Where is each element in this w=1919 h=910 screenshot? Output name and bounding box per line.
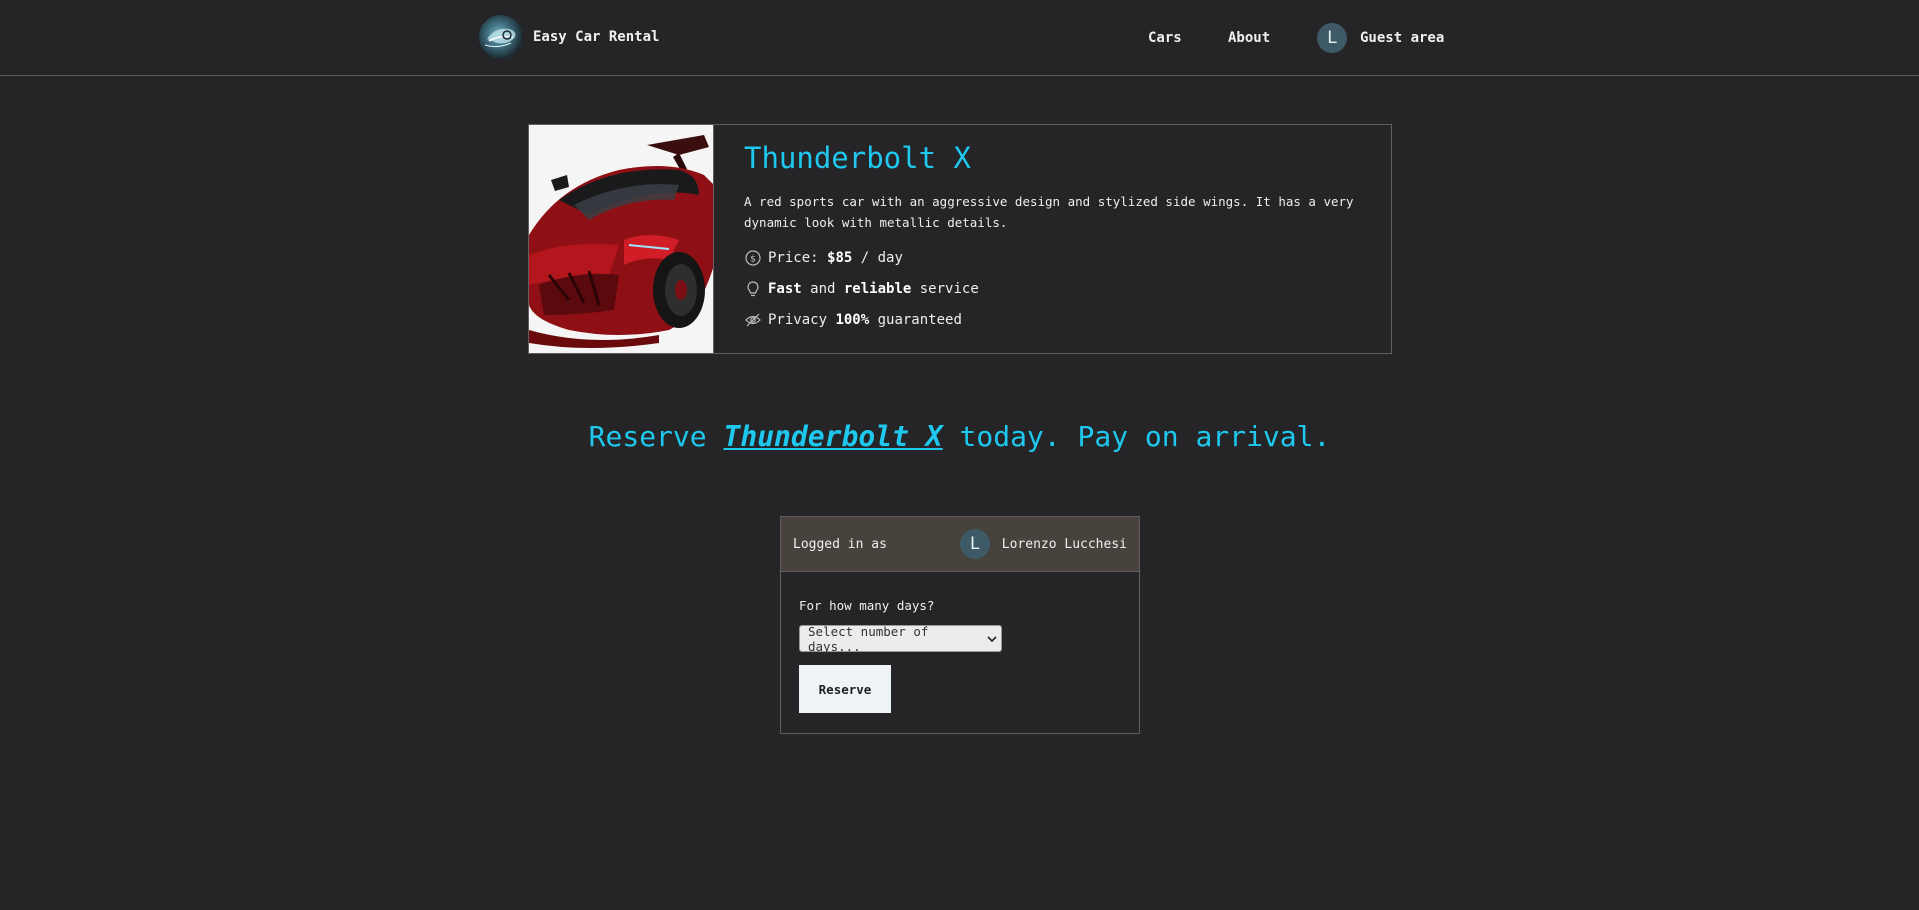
privacy-suffix: guaranteed: [869, 312, 962, 328]
days-question: For how many days?: [799, 598, 935, 613]
eye-off-icon: [744, 311, 762, 329]
headline-suffix: today. Pay on arrival.: [942, 420, 1331, 453]
user-name: Lorenzo Lucchesi: [1001, 536, 1127, 552]
price-value: $85: [827, 250, 853, 266]
user-info: L Lorenzo Lucchesi: [959, 529, 1127, 559]
svg-text:$: $: [750, 255, 756, 265]
reliable-label: reliable: [843, 281, 912, 297]
main-nav: Cars: [1148, 22, 1182, 54]
car-image: [529, 125, 714, 353]
guest-avatar: L: [1317, 23, 1347, 53]
brand-name[interactable]: Easy Car Rental: [533, 29, 659, 45]
privacy-value: 100%: [835, 312, 870, 328]
brand[interactable]: Easy Car Rental: [479, 14, 659, 60]
feature-privacy: Privacy 100% guaranteed: [744, 311, 1385, 329]
reservation-box: Logged in as L Lorenzo Lucchesi For how …: [780, 516, 1140, 734]
price-prefix: Price:: [768, 250, 828, 266]
feature-price: $ Price: $85 / day: [744, 249, 1385, 267]
nav-link-about[interactable]: About: [1228, 30, 1270, 46]
chevron-down-icon: [987, 631, 997, 646]
nav-link-cars[interactable]: Cars: [1148, 30, 1182, 46]
feature-service: Fast and reliable service: [744, 280, 1385, 298]
headline-prefix: Reserve: [588, 420, 724, 453]
car-card: Thunderbolt X A red sports car with an a…: [528, 124, 1392, 354]
days-select[interactable]: Select number of days...: [799, 623, 1002, 654]
logo: [479, 15, 523, 59]
main-nav-about: About: [1228, 22, 1270, 54]
user-avatar: L: [959, 529, 990, 559]
site-header: Easy Car Rental Cars About L Guest area: [0, 0, 1919, 76]
car-description: A red sports car with an aggressive desi…: [744, 194, 1354, 230]
service-label: service: [911, 281, 979, 297]
price-suffix: / day: [852, 250, 903, 266]
and-label: and: [801, 281, 844, 297]
logged-in-bar: Logged in as L Lorenzo Lucchesi: [781, 517, 1139, 572]
days-select-value: Select number of days...: [808, 623, 929, 654]
nav-link-guest-area[interactable]: Guest area: [1360, 30, 1444, 46]
logged-in-label: Logged in as: [793, 536, 887, 552]
reserve-headline: Reserve Thunderbolt X today. Pay on arri…: [0, 420, 1919, 453]
privacy-prefix: Privacy: [768, 312, 836, 328]
lightbulb-icon: [744, 280, 762, 298]
car-title: Thunderbolt X: [744, 141, 971, 175]
fast-label: Fast: [768, 281, 802, 297]
guest-area-link[interactable]: L Guest area: [1317, 22, 1444, 54]
headline-car-link[interactable]: Thunderbolt X: [723, 420, 942, 453]
dollar-circle-icon: $: [744, 249, 762, 267]
reserve-button[interactable]: Reserve: [799, 665, 891, 713]
reservation-form: For how many days? Select number of days…: [781, 572, 1139, 739]
car-info: Thunderbolt X A red sports car with an a…: [714, 125, 1391, 353]
